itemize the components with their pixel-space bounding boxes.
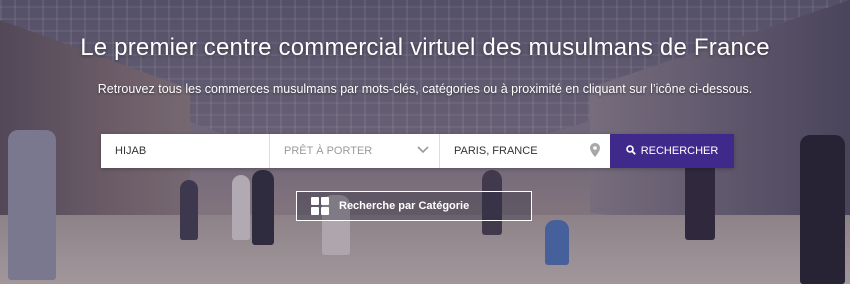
category-browse-button[interactable]: Recherche par Catégorie (296, 191, 532, 221)
category-select[interactable]: PRÊT À PORTER (270, 134, 440, 168)
search-button[interactable]: RECHERCHER (610, 134, 734, 168)
category-placeholder: PRÊT À PORTER (284, 145, 373, 157)
keyword-value: HIJAB (115, 145, 147, 157)
grid-icon (311, 197, 329, 215)
hero-headline: Le premier centre commercial virtuel des… (80, 34, 770, 61)
keyword-field[interactable]: HIJAB (101, 134, 270, 168)
location-field[interactable]: PARIS, FRANCE (440, 134, 610, 168)
map-pin-icon[interactable] (590, 142, 600, 160)
hero-section: Le premier centre commercial virtuel des… (0, 0, 850, 284)
search-icon (625, 144, 636, 158)
search-bar: HIJAB PRÊT À PORTER PARIS, FRANCE RECHER… (101, 134, 734, 168)
location-value: PARIS, FRANCE (454, 145, 538, 157)
category-browse-label: Recherche par Catégorie (339, 200, 470, 212)
hero-subline: Retrouvez tous les commerces musulmans p… (97, 82, 753, 96)
chevron-down-icon (417, 145, 429, 157)
search-button-label: RECHERCHER (640, 145, 719, 157)
